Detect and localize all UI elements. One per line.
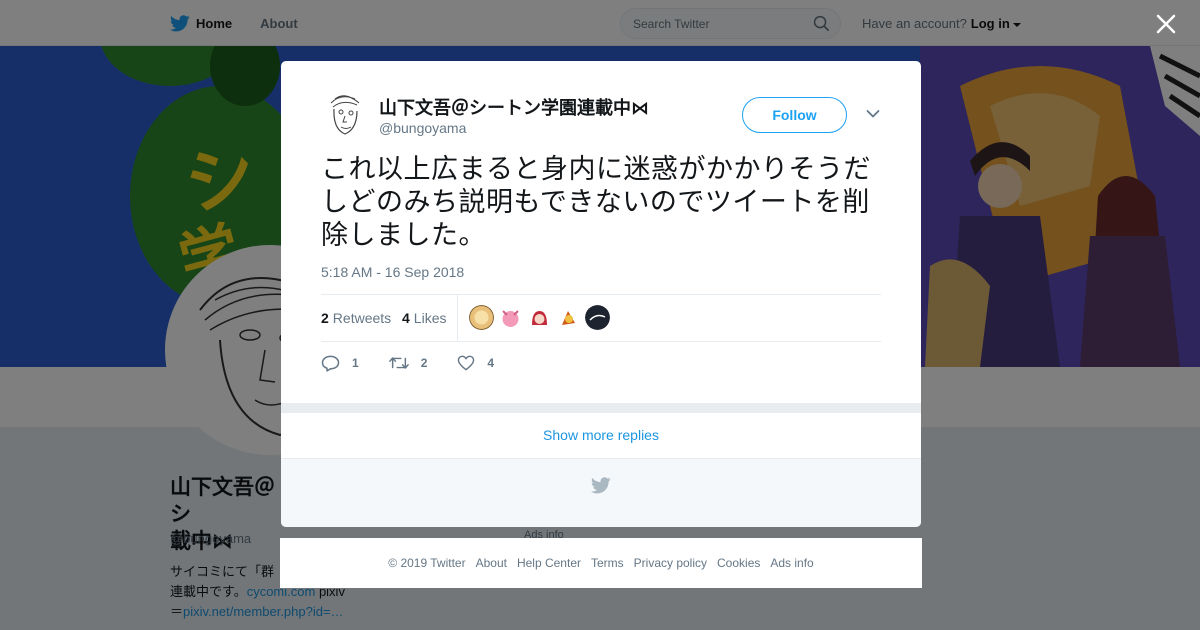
tweet-actions: 1 2 4 [321, 353, 524, 373]
follow-button[interactable]: Follow [742, 97, 847, 133]
modal-footer [281, 459, 921, 527]
footer-terms-link[interactable]: Terms [591, 556, 624, 570]
reply-icon [321, 355, 340, 372]
twitter-bird-icon [591, 477, 611, 494]
author-avatar[interactable] [321, 89, 369, 137]
footer-about-link[interactable]: About [476, 556, 507, 570]
likes-label: Likes [413, 310, 447, 326]
liker-avatar[interactable] [469, 305, 494, 330]
liker-avatars [469, 305, 614, 330]
liker-avatar[interactable] [585, 305, 610, 330]
author-name[interactable]: 山下文吾＠シートン学園連載中⋈ [379, 94, 649, 120]
footer-ads-link[interactable]: Ads info [770, 556, 813, 570]
footer-help-link[interactable]: Help Center [517, 556, 581, 570]
tweet-modal: 山下文吾＠シートン学園連載中⋈ @bungoyama Follow これ以上広ま… [281, 61, 921, 527]
heart-icon [458, 355, 475, 371]
like-count: 4 [487, 356, 495, 370]
retweet-action[interactable]: 2 [388, 355, 428, 371]
chevron-down-icon[interactable] [866, 109, 880, 119]
author-handle[interactable]: @bungoyama [379, 120, 466, 136]
retweets-stat[interactable]: 2 Retweets [321, 310, 391, 326]
retweets-label: Retweets [332, 310, 392, 326]
reply-action[interactable]: 1 [321, 355, 359, 372]
footer-cookies-link[interactable]: Cookies [717, 556, 760, 570]
liker-avatar[interactable] [498, 305, 523, 330]
site-footer: © 2019 Twitter About Help Center Terms P… [280, 538, 922, 588]
retweet-count: 2 [420, 356, 428, 370]
close-icon[interactable] [1155, 13, 1177, 35]
likes-stat[interactable]: 4 Likes [402, 310, 446, 326]
footer-copyright: © 2019 Twitter [388, 556, 466, 570]
show-more-replies-link[interactable]: Show more replies [281, 413, 921, 459]
tweet-text: これ以上広まると身内に迷惑がかかりそうだしどのみち説明もできないのでツイートを削… [321, 154, 871, 251]
footer-privacy-link[interactable]: Privacy policy [634, 556, 707, 570]
liker-avatar[interactable] [527, 305, 552, 330]
stats-divider [457, 295, 458, 341]
tweet-stats: 2 Retweets 4 Likes [321, 294, 881, 342]
retweet-icon [388, 357, 409, 369]
like-action[interactable]: 4 [457, 355, 494, 371]
author-avatar-sketch [321, 89, 369, 137]
tweet-timestamp[interactable]: 5:18 AM - 16 Sep 2018 [321, 264, 464, 280]
liker-avatar[interactable] [556, 305, 581, 330]
reply-separator [281, 403, 921, 413]
reply-count: 1 [352, 356, 359, 370]
likes-count: 4 [402, 310, 410, 326]
retweets-count: 2 [321, 310, 329, 326]
